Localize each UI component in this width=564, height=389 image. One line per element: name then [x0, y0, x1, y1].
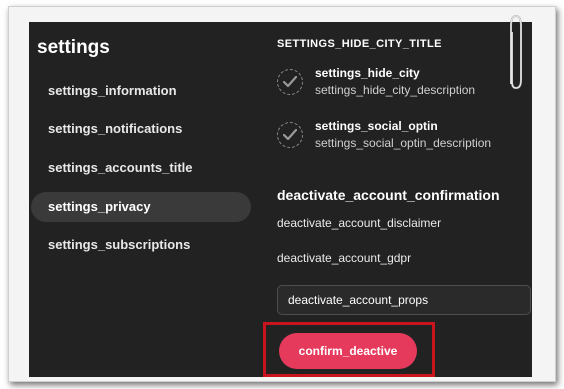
option-hide-city[interactable]: settings_hide_city settings_hide_city_de… — [277, 66, 527, 102]
sidebar-item-notifications[interactable]: settings_notifications — [31, 114, 251, 144]
sidebar-title: settings — [37, 37, 110, 58]
deactivate-props-field[interactable]: deactivate_account_props — [277, 285, 531, 315]
deactivate-disclaimer: deactivate_account_disclaimer — [277, 216, 442, 230]
sidebar-item-information[interactable]: settings_information — [31, 76, 251, 106]
check-icon[interactable] — [277, 122, 303, 148]
sidebar-item-subscriptions[interactable]: settings_subscriptions — [31, 230, 251, 260]
confirm-deactivate-button[interactable]: confirm_deactive — [279, 333, 417, 369]
option-social-optin[interactable]: settings_social_optin settings_social_op… — [277, 119, 527, 155]
section-title: SETTINGS_HIDE_CITY_TITLE — [277, 38, 442, 50]
option-description: settings_hide_city_description — [315, 83, 476, 97]
check-icon[interactable] — [277, 69, 303, 95]
option-title: settings_social_optin — [315, 119, 438, 133]
paperclip-icon — [510, 14, 522, 90]
settings-panel: settings settings_information settings_n… — [29, 22, 532, 377]
sidebar-item-accounts[interactable]: settings_accounts_title — [31, 153, 251, 183]
deactivate-gdpr: deactivate_account_gdpr — [277, 251, 412, 265]
sidebar-item-privacy[interactable]: settings_privacy — [31, 192, 251, 222]
option-title: settings_hide_city — [315, 66, 420, 80]
option-description: settings_social_optin_description — [315, 136, 492, 150]
settings-sidebar: settings settings_information settings_n… — [29, 22, 259, 377]
deactivate-title: deactivate_account_confirmation — [277, 187, 500, 203]
